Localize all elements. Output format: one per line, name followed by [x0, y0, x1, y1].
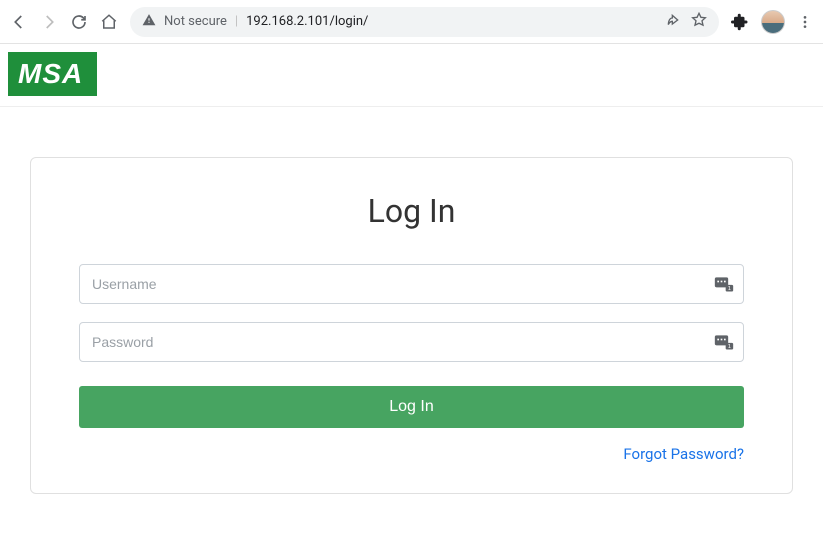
separator: |	[235, 14, 238, 29]
home-button[interactable]	[100, 13, 118, 31]
url-text: 192.168.2.101/login/	[246, 14, 368, 29]
address-bar[interactable]: Not secure | 192.168.2.101/login/	[130, 7, 719, 37]
forgot-password-wrap: Forgot Password?	[79, 444, 744, 463]
password-input[interactable]	[79, 322, 744, 362]
browser-toolbar: Not secure | 192.168.2.101/login/	[0, 0, 823, 44]
share-icon[interactable]	[667, 12, 683, 32]
password-manager-icon[interactable]: 1	[714, 275, 734, 293]
password-manager-icon[interactable]: 1	[714, 333, 734, 351]
svg-text:1: 1	[728, 286, 731, 292]
login-title: Log In	[79, 192, 744, 230]
page-header: MSA	[0, 44, 823, 107]
forgot-password-link[interactable]: Forgot Password?	[623, 445, 744, 463]
back-button[interactable]	[10, 13, 28, 31]
login-button[interactable]: Log In	[79, 386, 744, 428]
brand-logo: MSA	[8, 52, 97, 96]
bookmark-star-icon[interactable]	[691, 12, 707, 32]
username-field-wrap: 1	[79, 264, 744, 304]
menu-button[interactable]	[797, 14, 813, 30]
extensions-icon[interactable]	[731, 13, 749, 31]
password-field-wrap: 1	[79, 322, 744, 362]
main-content: Log In 1 1 Log In Forgot Password?	[0, 107, 823, 494]
login-card: Log In 1 1 Log In Forgot Password?	[30, 157, 793, 494]
profile-avatar[interactable]	[761, 10, 785, 34]
svg-text:1: 1	[728, 344, 731, 350]
forward-button[interactable]	[40, 13, 58, 31]
not-secure-icon	[142, 13, 156, 31]
reload-button[interactable]	[70, 13, 88, 31]
username-input[interactable]	[79, 264, 744, 304]
not-secure-label: Not secure	[164, 14, 227, 29]
